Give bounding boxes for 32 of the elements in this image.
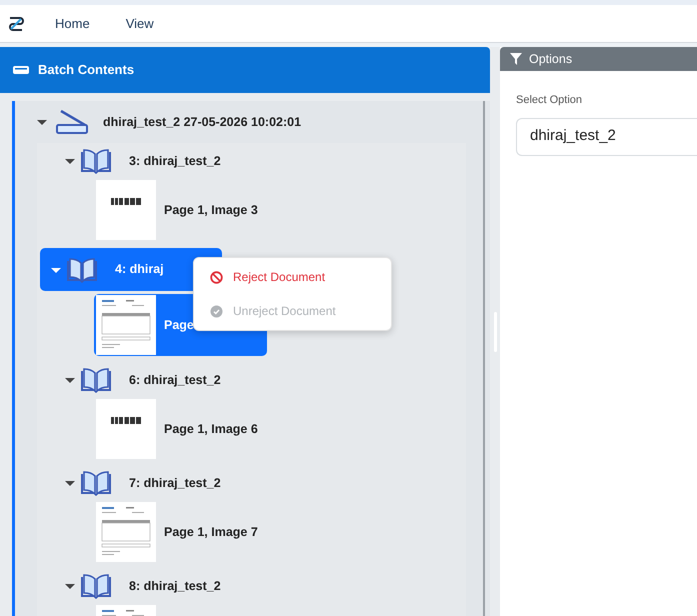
caret-icon[interactable] xyxy=(37,117,47,127)
page-item[interactable]: Page 1, Image 6 xyxy=(96,399,466,459)
document-item[interactable]: 8: dhiraj_test_2 xyxy=(37,570,466,602)
book-icon xyxy=(79,469,113,497)
book-icon xyxy=(79,366,113,394)
select-field[interactable]: dhiraj_test_2 xyxy=(516,118,697,156)
panel-title: Options xyxy=(529,50,572,68)
check-circle-icon xyxy=(210,304,223,318)
caret-icon[interactable] xyxy=(65,581,75,591)
caret-icon[interactable] xyxy=(65,156,75,166)
batch-label[interactable]: dhiraj_test_2 27-05-2026 10:02:01 xyxy=(103,112,302,132)
filter-icon xyxy=(510,53,522,65)
document-item[interactable]: 6: dhiraj_test_2 xyxy=(37,364,466,396)
document-item[interactable]: 3: dhiraj_test_2 xyxy=(37,145,466,177)
caret-icon[interactable] xyxy=(65,478,75,488)
menu-tab[interactable]: View xyxy=(126,14,154,34)
document-item[interactable]: 7: dhiraj_test_2 xyxy=(37,467,466,499)
panel-title: Batch Contents xyxy=(38,61,134,80)
prohibited-icon xyxy=(210,270,223,284)
page-item[interactable]: Page 1, Image 7 xyxy=(96,502,466,562)
page-thumbnail[interactable] xyxy=(96,295,156,355)
menu-tab[interactable]: Home xyxy=(55,14,90,34)
book-icon xyxy=(65,256,99,284)
book-icon xyxy=(79,147,113,175)
page-thumbnail[interactable] xyxy=(96,502,156,562)
field-label: Select Option xyxy=(516,93,584,108)
page-thumbnail[interactable] xyxy=(96,399,156,459)
app-logo-icon[interactable] xyxy=(8,16,24,32)
page-thumbnail[interactable] xyxy=(96,180,156,240)
book-icon xyxy=(79,572,113,600)
caret-icon[interactable] xyxy=(65,375,75,385)
page-item[interactable]: Page 1, Image 3 xyxy=(96,180,466,240)
